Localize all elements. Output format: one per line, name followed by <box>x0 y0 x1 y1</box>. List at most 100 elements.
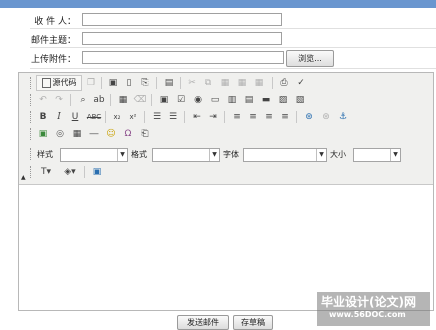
toolbar-separator <box>184 111 185 123</box>
toolbar-row-5: 样式 ▼ 格式 ▼ 字体 ▼ 大小 ▼ <box>30 146 430 163</box>
toolbar-separator <box>84 166 85 178</box>
attachment-row: 上传附件： <box>0 48 436 66</box>
templates-icon[interactable]: ▤ <box>162 76 176 90</box>
paste-text-icon[interactable]: ▦ <box>235 76 249 90</box>
toolbar-separator <box>144 111 145 123</box>
toolbar-separator <box>70 94 71 106</box>
save-icon[interactable]: ▣ <box>106 76 120 90</box>
watermark: 毕业设计(论文)网 www.56DOC.com <box>317 292 430 326</box>
style-select[interactable]: ▼ <box>60 148 128 162</box>
align-left-icon[interactable]: ≡ <box>230 110 244 124</box>
chevron-down-icon: ▼ <box>117 149 127 161</box>
table-icon[interactable]: ▦ <box>70 127 84 141</box>
chevron-down-icon: ▼ <box>209 149 219 161</box>
smiley-icon[interactable]: ☺ <box>104 127 118 141</box>
recipient-input[interactable] <box>82 13 282 26</box>
link-icon[interactable]: ⊛ <box>302 110 316 124</box>
size-select[interactable]: ▼ <box>353 148 401 162</box>
size-label: 大小 <box>330 150 346 159</box>
align-right-icon[interactable]: ≡ <box>262 110 276 124</box>
copy-icon[interactable]: ⧉ <box>201 76 215 90</box>
page-break-icon[interactable]: ⎗ <box>138 127 152 141</box>
background-color-icon[interactable]: ◈▾ <box>60 165 80 179</box>
watermark-title: 毕业设计(论文)网 <box>321 295 416 309</box>
numbered-list-icon[interactable]: ☰ <box>150 110 164 124</box>
recipient-row: 收 件 人： <box>0 10 436 28</box>
save-draft-button[interactable]: 存草稿 <box>233 315 273 330</box>
paste-word-icon[interactable]: ▦ <box>252 76 266 90</box>
toolbar-grip <box>30 111 34 123</box>
row-divider <box>30 68 436 69</box>
format-select[interactable]: ▼ <box>152 148 220 162</box>
image-icon[interactable]: ▣ <box>36 127 50 141</box>
remove-format-icon[interactable]: ⌫ <box>133 93 147 107</box>
font-select[interactable]: ▼ <box>243 148 327 162</box>
indent-icon[interactable]: ⇥ <box>206 110 220 124</box>
form-icon[interactable]: ▣ <box>157 93 171 107</box>
horizontal-rule-icon[interactable]: ― <box>87 127 101 141</box>
new-page-icon[interactable]: ▯ <box>122 76 136 90</box>
find-icon[interactable]: ⌕ <box>76 93 90 107</box>
subject-input[interactable] <box>82 32 282 45</box>
collapse-toolbar-icon[interactable]: ▲ <box>21 174 26 181</box>
justify-icon[interactable]: ≡ <box>278 110 292 124</box>
button-icon[interactable]: ▬ <box>259 93 273 107</box>
maximize-icon[interactable]: ▣ <box>90 165 104 179</box>
paste-icon[interactable]: ▦ <box>218 76 232 90</box>
replace-icon[interactable]: ab <box>92 93 106 107</box>
toolbar-separator <box>101 77 102 89</box>
redo-icon[interactable]: ↷ <box>52 93 66 107</box>
radio-icon[interactable]: ◉ <box>191 93 205 107</box>
toolbar-grip <box>30 77 34 89</box>
toolbar-separator <box>224 111 225 123</box>
toolbar-grip <box>30 128 34 140</box>
hidden-field-icon[interactable]: ▧ <box>293 93 307 107</box>
special-char-icon[interactable]: Ω <box>121 127 135 141</box>
send-mail-button[interactable]: 发送邮件 <box>177 315 229 330</box>
superscript-icon[interactable]: x² <box>126 110 140 124</box>
undo-icon[interactable]: ↶ <box>36 93 50 107</box>
source-button[interactable]: 源代码 <box>36 75 82 91</box>
source-icon <box>41 78 51 88</box>
toolbar-grip <box>30 148 34 160</box>
copy-page-icon[interactable]: ❐ <box>84 76 98 90</box>
toolbar-grip <box>30 166 34 178</box>
text-color-icon[interactable]: T▾ <box>36 165 56 179</box>
subject-label: 邮件主题： <box>30 36 76 46</box>
select-field-icon[interactable]: ▤ <box>242 93 256 107</box>
checkbox-icon[interactable]: ☑ <box>174 93 188 107</box>
anchor-icon[interactable]: ⚓ <box>336 110 350 124</box>
align-center-icon[interactable]: ≡ <box>246 110 260 124</box>
editor-toolbar: 源代码 ❐ ▣ ▯ ⎘ ▤ ✂ ⧉ ▦ ▦ ▦ ⎙ ✓ ↶ ↷ ⌕ ab ▦ ⌫… <box>19 73 433 185</box>
bold-icon[interactable]: B <box>36 110 50 124</box>
unlink-icon[interactable]: ⊛ <box>319 110 333 124</box>
outdent-icon[interactable]: ⇤ <box>190 110 204 124</box>
style-label: 样式 <box>37 150 53 159</box>
source-label: 源代码 <box>52 78 77 87</box>
toolbar-separator <box>272 77 273 89</box>
attachment-file-input[interactable] <box>82 51 284 64</box>
watermark-url: www.56DOC.com <box>329 310 406 319</box>
textfield-icon[interactable]: ▭ <box>208 93 222 107</box>
select-all-icon[interactable]: ▦ <box>116 93 130 107</box>
print-icon[interactable]: ⎙ <box>277 76 291 90</box>
rich-text-editor: 源代码 ❐ ▣ ▯ ⎘ ▤ ✂ ⧉ ▦ ▦ ▦ ⎙ ✓ ↶ ↷ ⌕ ab ▦ ⌫… <box>18 72 434 311</box>
flash-icon[interactable]: ◎ <box>53 127 67 141</box>
bulleted-list-icon[interactable]: ☰ <box>166 110 180 124</box>
subscript-icon[interactable]: x₂ <box>110 110 124 124</box>
cut-icon[interactable]: ✂ <box>185 76 199 90</box>
preview-icon[interactable]: ⎘ <box>138 76 152 90</box>
strike-icon[interactable]: ABC <box>85 110 103 124</box>
image-button-icon[interactable]: ▨ <box>276 93 290 107</box>
chevron-down-icon: ▼ <box>390 149 400 161</box>
toolbar-separator <box>156 77 157 89</box>
browse-button[interactable]: 浏览... <box>286 50 334 67</box>
spellcheck-icon[interactable]: ✓ <box>294 76 308 90</box>
subject-row: 邮件主题： <box>0 29 436 47</box>
underline-icon[interactable]: U <box>68 110 82 124</box>
recipient-label: 收 件 人： <box>34 17 76 27</box>
font-label: 字体 <box>223 150 239 159</box>
attachment-label: 上传附件： <box>30 55 76 65</box>
italic-icon[interactable]: I <box>52 110 66 124</box>
textarea-icon[interactable]: ▥ <box>225 93 239 107</box>
